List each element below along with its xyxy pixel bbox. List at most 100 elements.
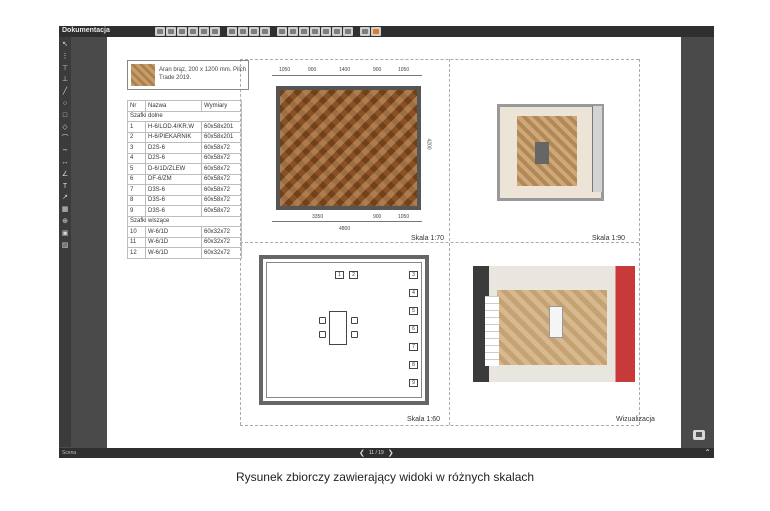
dim-top-4: 900 bbox=[373, 67, 382, 73]
align-top-icon[interactable]: ⊤ bbox=[61, 65, 69, 73]
print-icon[interactable] bbox=[155, 27, 165, 36]
table-row: 3 D2S-6 60x58x72 bbox=[127, 142, 242, 154]
delete-icon[interactable] bbox=[260, 27, 270, 36]
view-icon[interactable] bbox=[332, 27, 342, 36]
table-icon[interactable]: ▦ bbox=[61, 206, 69, 214]
view-icon[interactable] bbox=[310, 27, 320, 36]
print-icon[interactable] bbox=[166, 27, 176, 36]
view-icon[interactable] bbox=[343, 27, 353, 36]
floor-plan-view bbox=[276, 86, 421, 210]
top-toolbar bbox=[155, 27, 381, 36]
align-bottom-icon[interactable]: ⊥ bbox=[61, 76, 69, 84]
view-icon[interactable] bbox=[299, 27, 309, 36]
text-icon[interactable]: T bbox=[61, 183, 69, 191]
stamp-icon[interactable]: ⊕ bbox=[61, 218, 69, 226]
column-header-dimensions: Wymiary bbox=[201, 100, 242, 112]
export-icon[interactable] bbox=[360, 27, 370, 36]
column-header-nr: Nr bbox=[127, 100, 146, 112]
cabinet-marker-3: 3 bbox=[409, 271, 418, 279]
dim-top-1: 1050 bbox=[279, 67, 291, 73]
print-icon[interactable] bbox=[177, 27, 187, 36]
view-icon[interactable] bbox=[277, 27, 287, 36]
cell-dimensions: 60x58x201 bbox=[201, 131, 242, 143]
cabinet-marker-8: 8 bbox=[409, 361, 418, 369]
dim-bottom-2: 900 bbox=[373, 214, 382, 220]
cell-dimensions: 60x32x72 bbox=[201, 236, 242, 248]
figure-caption: Rysunek zbiorczy zawierający widoki w ró… bbox=[235, 470, 535, 484]
table-row: 6 DF-6/ZM 60x58x72 bbox=[127, 173, 242, 185]
wood-swatch-image bbox=[131, 64, 155, 86]
cell-nr: 8 bbox=[127, 194, 146, 206]
status-bar: Scena ❮ 11 / 19 ❯ ⌃ bbox=[59, 448, 714, 458]
dim-top-2: 900 bbox=[308, 67, 317, 73]
table-section-row: Szafki wiszące bbox=[127, 215, 242, 227]
frame-icon[interactable]: ▣ bbox=[61, 230, 69, 238]
section-title: Szafki dolne bbox=[127, 110, 242, 122]
next-page-icon[interactable]: ❯ bbox=[388, 449, 394, 457]
material-description: Aran brąz, 200 x 1200 mm. Pilch Trade 20… bbox=[159, 67, 247, 81]
document-page: Aran brąz, 200 x 1200 mm. Pilch Trade 20… bbox=[107, 37, 681, 448]
cabinet-marker-4: 4 bbox=[409, 289, 418, 297]
cell-nr: 10 bbox=[127, 226, 146, 238]
view-icon[interactable] bbox=[288, 27, 298, 36]
column-header-name: Nazwa bbox=[145, 100, 202, 112]
line-icon[interactable]: ╱ bbox=[61, 88, 69, 96]
cut-icon[interactable] bbox=[238, 27, 248, 36]
polygon-icon[interactable]: ◇ bbox=[61, 124, 69, 132]
dining-table bbox=[535, 142, 549, 164]
arc-icon[interactable]: ⌒ bbox=[61, 135, 69, 143]
cell-dimensions: 60x32x72 bbox=[201, 247, 242, 259]
dim-bottom-3: 1050 bbox=[398, 214, 410, 220]
print-icon[interactable] bbox=[188, 27, 198, 36]
table-row: 12 W-6/1D 60x32x72 bbox=[127, 247, 242, 259]
cell-dimensions: 60x58x72 bbox=[201, 142, 242, 154]
scale-label-plan2: Skala 1:90 bbox=[592, 235, 626, 242]
copy-icon[interactable] bbox=[227, 27, 237, 36]
angle-icon[interactable]: ∠ bbox=[61, 171, 69, 179]
cell-nr: 2 bbox=[127, 131, 146, 143]
image-icon[interactable]: ▨ bbox=[61, 242, 69, 250]
circle-icon[interactable]: ○ bbox=[61, 100, 69, 108]
paste-icon[interactable] bbox=[249, 27, 259, 36]
dim-total: 4800 bbox=[339, 226, 351, 232]
cell-name: W-6/1D bbox=[145, 236, 202, 248]
chair-outline bbox=[351, 317, 358, 324]
3d-visualization-view bbox=[473, 266, 635, 382]
pointer-icon[interactable]: ↖ bbox=[61, 41, 69, 49]
cell-dimensions: 60x32x72 bbox=[201, 226, 242, 238]
cell-nr: 12 bbox=[127, 247, 146, 259]
app-window: Dokumentacja ↖ ⋮ ⊤ ⊥ ╱ ○ □ ◇ ⌒ ∼ ↔ ∠ T ↗ ▦ ⊕ ▣ ▨ Aran brą… bbox=[59, 26, 714, 458]
table-section-row: Szafki dolne bbox=[127, 110, 242, 122]
export-accent-icon[interactable] bbox=[371, 27, 381, 36]
chevron-up-icon[interactable]: ⌃ bbox=[704, 448, 711, 457]
rectangle-icon[interactable]: □ bbox=[61, 112, 69, 120]
cell-nr: 7 bbox=[127, 184, 146, 196]
page-divider-vertical-3 bbox=[639, 59, 640, 425]
table-row: 1 H-6/LOD.4/KR.W 60x58x201 bbox=[127, 121, 242, 133]
measure-icon[interactable]: ↔ bbox=[61, 159, 69, 167]
page-divider-horizontal-3 bbox=[240, 425, 639, 426]
window-title: Dokumentacja bbox=[62, 27, 110, 34]
grid-icon[interactable]: ⋮ bbox=[61, 53, 69, 61]
table-row: 4 D2S-6 60x58x72 bbox=[127, 152, 242, 164]
page-settings-button[interactable] bbox=[693, 430, 705, 440]
dim-line-top bbox=[272, 75, 422, 76]
cell-name: D3S-6 bbox=[145, 184, 202, 196]
prev-page-icon[interactable]: ❮ bbox=[359, 449, 365, 457]
settings-icon[interactable] bbox=[199, 27, 209, 36]
curve-icon[interactable]: ∼ bbox=[61, 147, 69, 155]
page-navigator: ❮ 11 / 19 ❯ bbox=[359, 449, 394, 457]
cell-nr: 4 bbox=[127, 152, 146, 164]
cell-name: D3S-6 bbox=[145, 194, 202, 206]
view-icon[interactable] bbox=[321, 27, 331, 36]
arrow-icon[interactable]: ↗ bbox=[61, 194, 69, 202]
material-sample: Aran brąz, 200 x 1200 mm. Pilch Trade 20… bbox=[127, 60, 249, 90]
cell-dimensions: 60x58x72 bbox=[201, 184, 242, 196]
save-icon[interactable] bbox=[210, 27, 220, 36]
cabinet-marker-1: 1 bbox=[335, 271, 344, 279]
cabinet-table: Nr Nazwa Wymiary Szafki dolne 1 H-6/LOD.4/… bbox=[127, 100, 242, 259]
dim-line-bottom bbox=[272, 221, 422, 222]
cell-nr: 5 bbox=[127, 163, 146, 175]
technical-plan-view: 1 2 3 4 5 6 7 8 9 bbox=[259, 255, 429, 405]
title-bar: Dokumentacja bbox=[59, 26, 714, 37]
